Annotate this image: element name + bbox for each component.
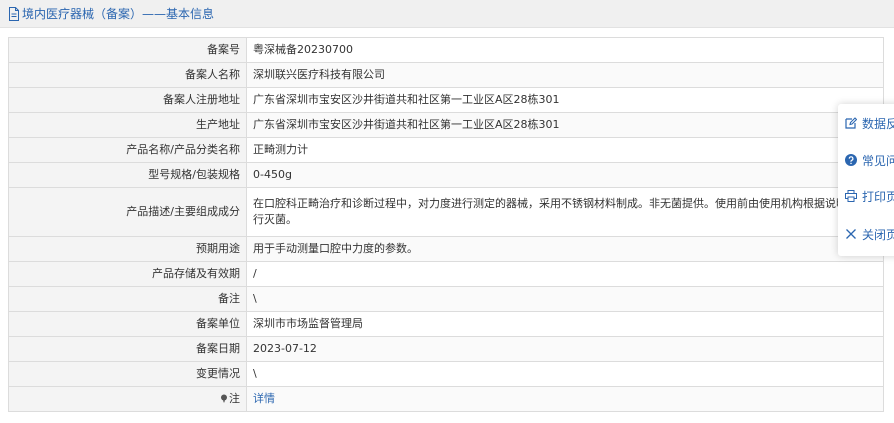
row-label: 备案人名称 [8,62,247,88]
table-row: 生产地址 广东省深圳市宝安区沙井街道共和社区第一工业区A区28栋301 [8,112,884,138]
table-row: 备案单位 深圳市市场监督管理局 [8,311,884,337]
row-label: 生产地址 [8,112,247,138]
table-row: 备案人名称 深圳联兴医疗科技有限公司 [8,62,884,88]
close-icon [846,229,856,239]
row-value: 广东省深圳市宝安区沙井街道共和社区第一工业区A区28栋301 [246,87,884,113]
row-value: 广东省深圳市宝安区沙井街道共和社区第一工业区A区28栋301 [246,112,884,138]
row-label: 备注 [8,286,247,312]
faq-label: 常见问题 [862,153,894,168]
row-value: 2023-07-12 [246,336,884,362]
note-label-text: 注 [229,392,240,405]
data-feedback-label: 数据反馈 [862,116,894,131]
row-value: 粤深械备20230700 [246,37,884,63]
row-label: 备案号 [8,37,247,63]
printer-icon [845,190,857,202]
table-row: 备案人注册地址 广东省深圳市宝安区沙井街道共和社区第一工业区A区28栋301 [8,87,884,113]
edit-icon [845,117,857,129]
bullet-icon [221,394,227,403]
table-row: 产品存储及有效期 / [8,261,884,287]
row-label: 备案单位 [8,311,247,337]
row-label: 预期用途 [8,236,247,262]
print-page-label: 打印页面 [862,189,894,204]
row-label: 产品名称/产品分类名称 [8,137,247,163]
table-row: 产品名称/产品分类名称 正畸测力计 [8,137,884,163]
row-value: 详情 [246,386,884,412]
table-row: 产品描述/主要组成成分 在口腔科正畸治疗和诊断过程中，对力度进行测定的器械，采用… [8,187,884,237]
row-value: \ [246,361,884,387]
table-row: 变更情况 \ [8,361,884,387]
close-page-label: 关闭页面 [862,227,894,242]
table-row: 备案号 粤深械备20230700 [8,37,884,63]
row-value: 用于手动测量口腔中力度的参数。 [246,236,884,262]
row-label: 型号规格/包装规格 [8,162,247,188]
close-page-button[interactable]: 关闭页面 [845,224,894,244]
row-value: 正畸测力计 [246,137,884,163]
floating-tools-panel: 数据反馈 常见问题 打印页面 关闭页面 [838,104,894,256]
page-title-bar: 境内医疗器械（备案）——基本信息 [0,0,894,28]
row-label: 变更情况 [8,361,247,387]
table-row: 注 详情 [8,386,884,412]
document-icon [9,6,19,21]
row-value: 深圳市市场监督管理局 [246,311,884,337]
faq-button[interactable]: 常见问题 [845,150,894,170]
row-value: \ [246,286,884,312]
row-label: 备案人注册地址 [8,87,247,113]
row-label: 产品描述/主要组成成分 [8,187,247,237]
row-value: 0-450g [246,162,884,188]
table-row: 型号规格/包装规格 0-450g [8,162,884,188]
question-icon [845,154,857,166]
row-value: 深圳联兴医疗科技有限公司 [246,62,884,88]
table-row: 备注 \ [8,286,884,312]
table-row: 备案日期 2023-07-12 [8,336,884,362]
row-label: 产品存储及有效期 [8,261,247,287]
table-row: 预期用途 用于手动测量口腔中力度的参数。 [8,236,884,262]
data-feedback-button[interactable]: 数据反馈 [845,113,894,133]
print-page-button[interactable]: 打印页面 [845,186,894,206]
row-value: 在口腔科正畸治疗和诊断过程中，对力度进行测定的器械，采用不锈钢材料制成。非无菌提… [246,187,884,237]
row-value: / [246,261,884,287]
record-info-table: 备案号 粤深械备20230700 备案人名称 深圳联兴医疗科技有限公司 备案人注… [8,37,884,412]
note-row-label: 注 [8,386,247,412]
page-title: 境内医疗器械（备案）——基本信息 [22,7,215,21]
details-link[interactable]: 详情 [253,392,275,405]
row-label: 备案日期 [8,336,247,362]
